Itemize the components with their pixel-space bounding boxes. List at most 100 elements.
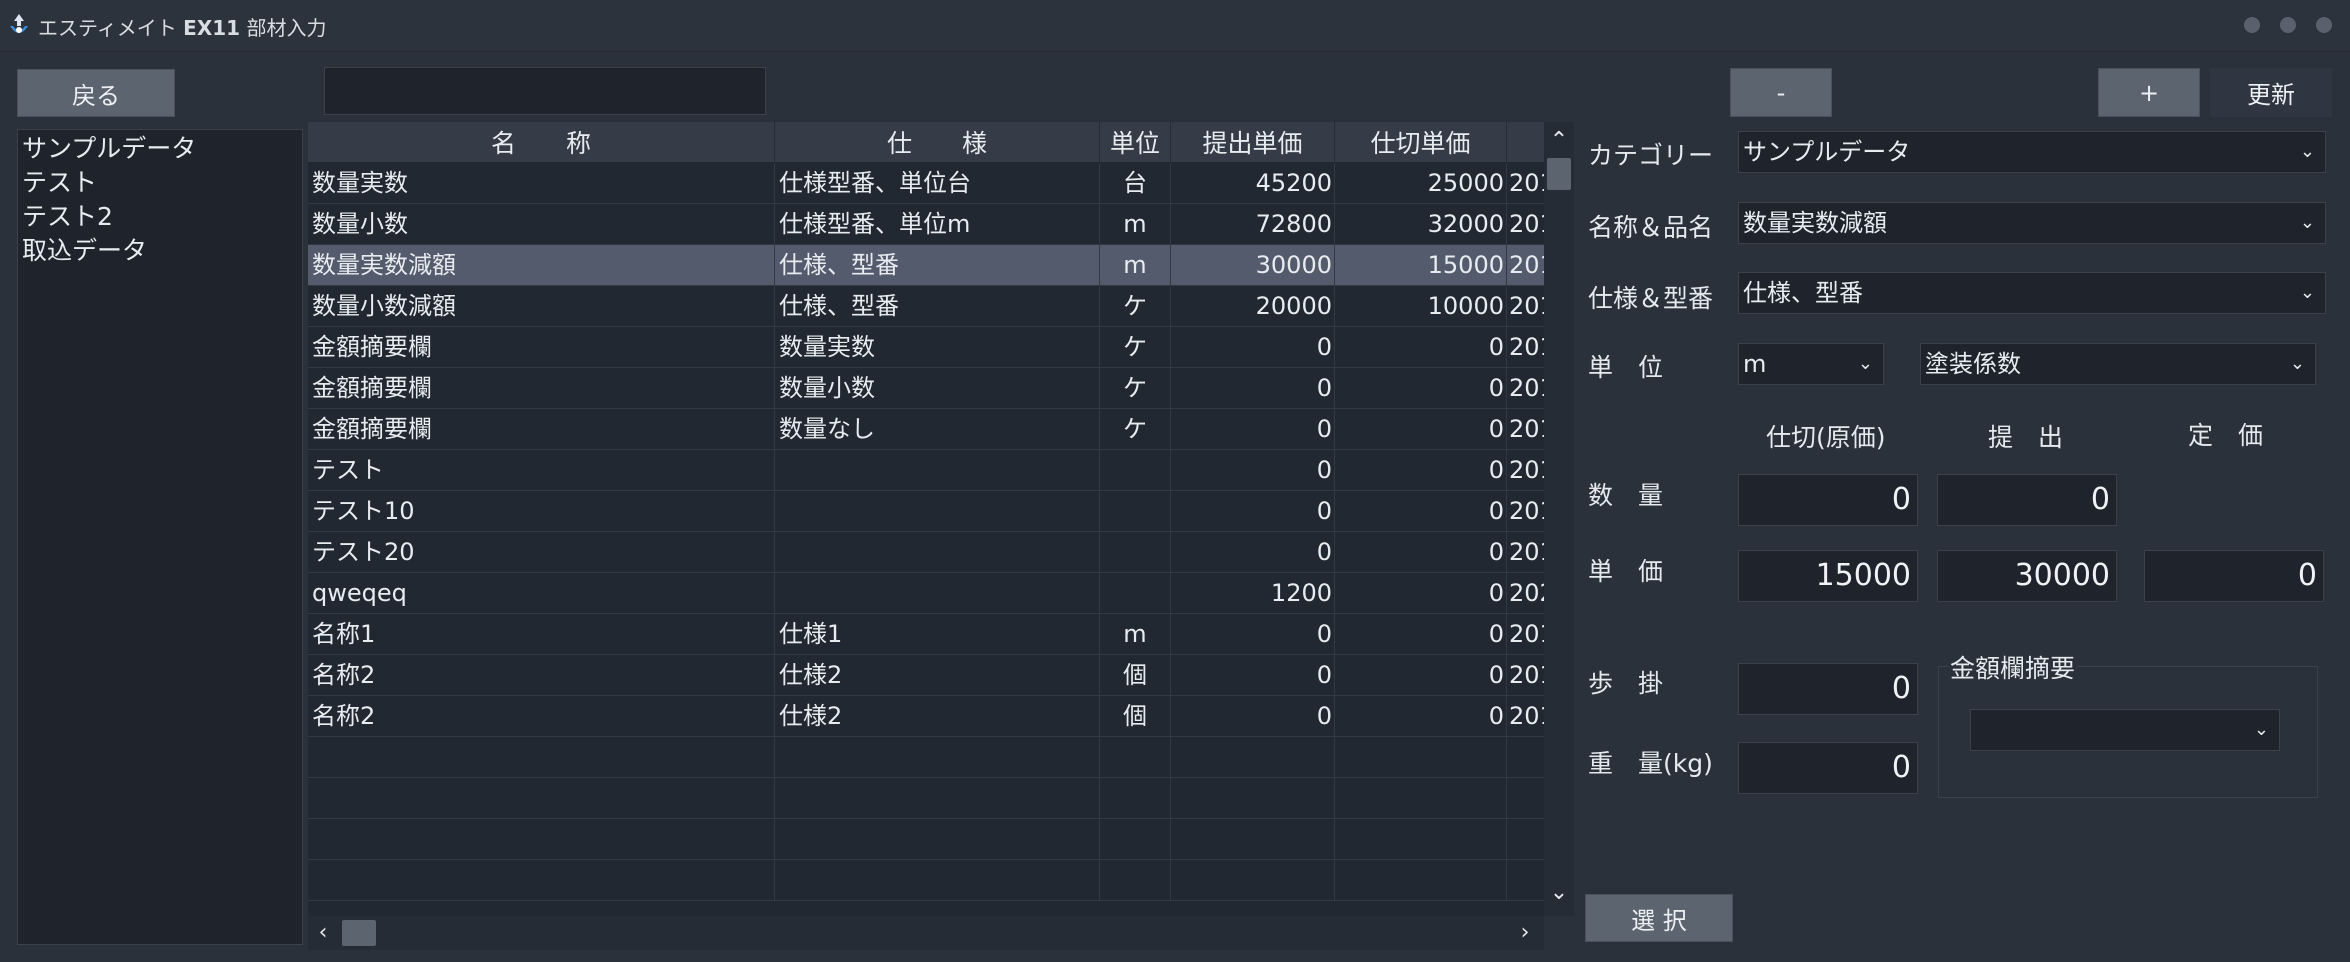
cell-cost-price[interactable]: 0	[1335, 450, 1507, 490]
column-header-cost-price[interactable]: 仕切単価	[1335, 122, 1507, 162]
cell-submit-price[interactable]	[1171, 737, 1335, 777]
cell-date[interactable]: 201	[1507, 245, 1544, 285]
cell-submit-price[interactable]: 20000	[1171, 286, 1335, 326]
table-row[interactable]: 数量小数仕様型番、単位mm7280032000201	[308, 204, 1544, 245]
category-list[interactable]: サンプルデータ テスト テスト2 取込データ	[17, 129, 303, 945]
cell-submit-price[interactable]: 0	[1171, 368, 1335, 408]
coefficient-select[interactable]: 塗装係数 ⌄	[1920, 343, 2316, 385]
cell-date[interactable]: 201	[1507, 450, 1544, 490]
update-button[interactable]: 更新	[2210, 68, 2332, 117]
cell-spec[interactable]: 仕様1	[775, 614, 1100, 654]
list-price-field[interactable]: 0	[2144, 550, 2324, 602]
table-row[interactable]: テスト00201	[308, 450, 1544, 491]
parts-table[interactable]: 名 称 仕 様 単位 提出単価 仕切単価 数量実数 仕様型番、単位台台 45200 2…	[308, 122, 1544, 916]
column-header-submit-price[interactable]: 提出単価	[1171, 122, 1335, 162]
vertical-scrollbar[interactable]: ⌃ ⌄	[1544, 122, 1574, 916]
cell-spec[interactable]	[775, 778, 1100, 818]
cell-cost-price[interactable]: 0	[1335, 409, 1507, 449]
table-row[interactable]: 数量実数減額仕様、型番m3000015000201	[308, 245, 1544, 286]
table-row[interactable]: 名称1仕様1m00201	[308, 614, 1544, 655]
vertical-scroll-thumb[interactable]	[1547, 158, 1571, 190]
cell-unit[interactable]: m	[1100, 204, 1171, 244]
cell-spec[interactable]: 仕様2	[775, 655, 1100, 695]
cell-unit[interactable]	[1100, 491, 1171, 531]
table-row[interactable]: 金額摘要欄数量小数ケ00201	[308, 368, 1544, 409]
cell-cost-price[interactable]: 0	[1335, 368, 1507, 408]
cell-name[interactable]: 金額摘要欄	[308, 368, 775, 408]
cell-spec[interactable]	[775, 860, 1100, 900]
category-select[interactable]: サンプルデータ ⌄	[1738, 131, 2326, 173]
scroll-up-icon[interactable]: ⌃	[1544, 126, 1574, 156]
cell-cost-price[interactable]: 0	[1335, 614, 1507, 654]
cell-submit-price[interactable]: 0	[1171, 696, 1335, 736]
amount-summary-select[interactable]: ⌄	[1970, 709, 2280, 751]
search-input[interactable]	[325, 68, 765, 114]
cell-spec[interactable]	[775, 819, 1100, 859]
cell-unit[interactable]	[1100, 573, 1171, 613]
category-item[interactable]: テスト2	[22, 200, 298, 234]
table-row[interactable]: 数量小数減額仕様、型番ケ2000010000201	[308, 286, 1544, 327]
cell-submit-price[interactable]: 30000	[1171, 245, 1335, 285]
scroll-right-icon[interactable]: ›	[1510, 918, 1540, 948]
table-row[interactable]: 名称2仕様2個00201	[308, 655, 1544, 696]
cell-name[interactable]: 金額摘要欄	[308, 409, 775, 449]
cell-submit-price[interactable]: 0	[1171, 409, 1335, 449]
cell-date[interactable]: 201	[1507, 327, 1544, 367]
cell-name[interactable]: 数量実数減額	[308, 245, 775, 285]
category-item[interactable]: サンプルデータ	[22, 132, 298, 166]
cell-submit-price[interactable]: 1200	[1171, 573, 1335, 613]
cell-spec[interactable]: 仕様、型番	[775, 286, 1100, 326]
cell-name[interactable]: テスト10	[308, 491, 775, 531]
unit-select[interactable]: m ⌄	[1738, 343, 1884, 385]
back-button[interactable]: 戻る	[17, 69, 175, 117]
cell-spec[interactable]	[775, 491, 1100, 531]
cell-name[interactable]: 金額摘要欄	[308, 327, 775, 367]
category-item[interactable]: テスト	[22, 166, 298, 200]
cell-name[interactable]: 名称1	[308, 614, 775, 654]
quantity-cost-field[interactable]: 0	[1738, 474, 1918, 526]
cell-submit-price[interactable]: 45200	[1171, 163, 1335, 203]
cell-spec[interactable]: 数量なし	[775, 409, 1100, 449]
cell-name[interactable]	[308, 737, 775, 777]
cell-submit-price[interactable]: 0	[1171, 450, 1335, 490]
cell-spec[interactable]	[775, 737, 1100, 777]
cell-spec[interactable]: 数量実数	[775, 327, 1100, 367]
cell-spec[interactable]: 仕様、型番	[775, 245, 1100, 285]
cell-cost-price[interactable]: 0	[1335, 491, 1507, 531]
spec-select[interactable]: 仕様、型番 ⌄	[1738, 272, 2326, 314]
cell-date[interactable]: 201	[1507, 491, 1544, 531]
cell-unit[interactable]	[1100, 860, 1171, 900]
cell-unit[interactable]: ケ	[1100, 327, 1171, 367]
search-box[interactable]	[324, 67, 766, 115]
cell-submit-price[interactable]: 72800	[1171, 204, 1335, 244]
horizontal-scroll-thumb[interactable]	[342, 920, 376, 946]
cell-unit[interactable]	[1100, 450, 1171, 490]
cell-unit[interactable]: ケ	[1100, 409, 1171, 449]
horizontal-scrollbar[interactable]: ‹ ›	[308, 916, 1544, 950]
cell-date[interactable]	[1507, 819, 1544, 859]
name-select[interactable]: 数量実数減額 ⌄	[1738, 202, 2326, 244]
table-row[interactable]: 名称2仕様2個00201	[308, 696, 1544, 737]
cell-date[interactable]: 201	[1507, 286, 1544, 326]
cell-date[interactable]: 201	[1507, 532, 1544, 572]
cell-unit[interactable]: m	[1100, 614, 1171, 654]
cell-cost-price[interactable]	[1335, 860, 1507, 900]
cell-unit[interactable]	[1100, 819, 1171, 859]
cell-cost-price[interactable]: 0	[1335, 573, 1507, 613]
cell-cost-price[interactable]: 25000	[1335, 163, 1507, 203]
cell-cost-price[interactable]: 10000	[1335, 286, 1507, 326]
cell-submit-price[interactable]: 0	[1171, 614, 1335, 654]
cell-date[interactable]: 201	[1507, 409, 1544, 449]
plus-button[interactable]: +	[2098, 68, 2200, 117]
column-header-spec[interactable]: 仕 様	[775, 122, 1100, 162]
column-header-date[interactable]	[1507, 122, 1544, 162]
quantity-submit-field[interactable]: 0	[1937, 474, 2117, 526]
select-button[interactable]: 選 択	[1585, 894, 1733, 942]
cell-name[interactable]: 数量小数	[308, 204, 775, 244]
table-row[interactable]	[308, 737, 1544, 778]
cell-submit-price[interactable]	[1171, 819, 1335, 859]
cell-date[interactable]: 201	[1507, 655, 1544, 695]
scroll-left-icon[interactable]: ‹	[308, 918, 338, 948]
table-row[interactable]: テスト2000201	[308, 532, 1544, 573]
cell-submit-price[interactable]	[1171, 778, 1335, 818]
